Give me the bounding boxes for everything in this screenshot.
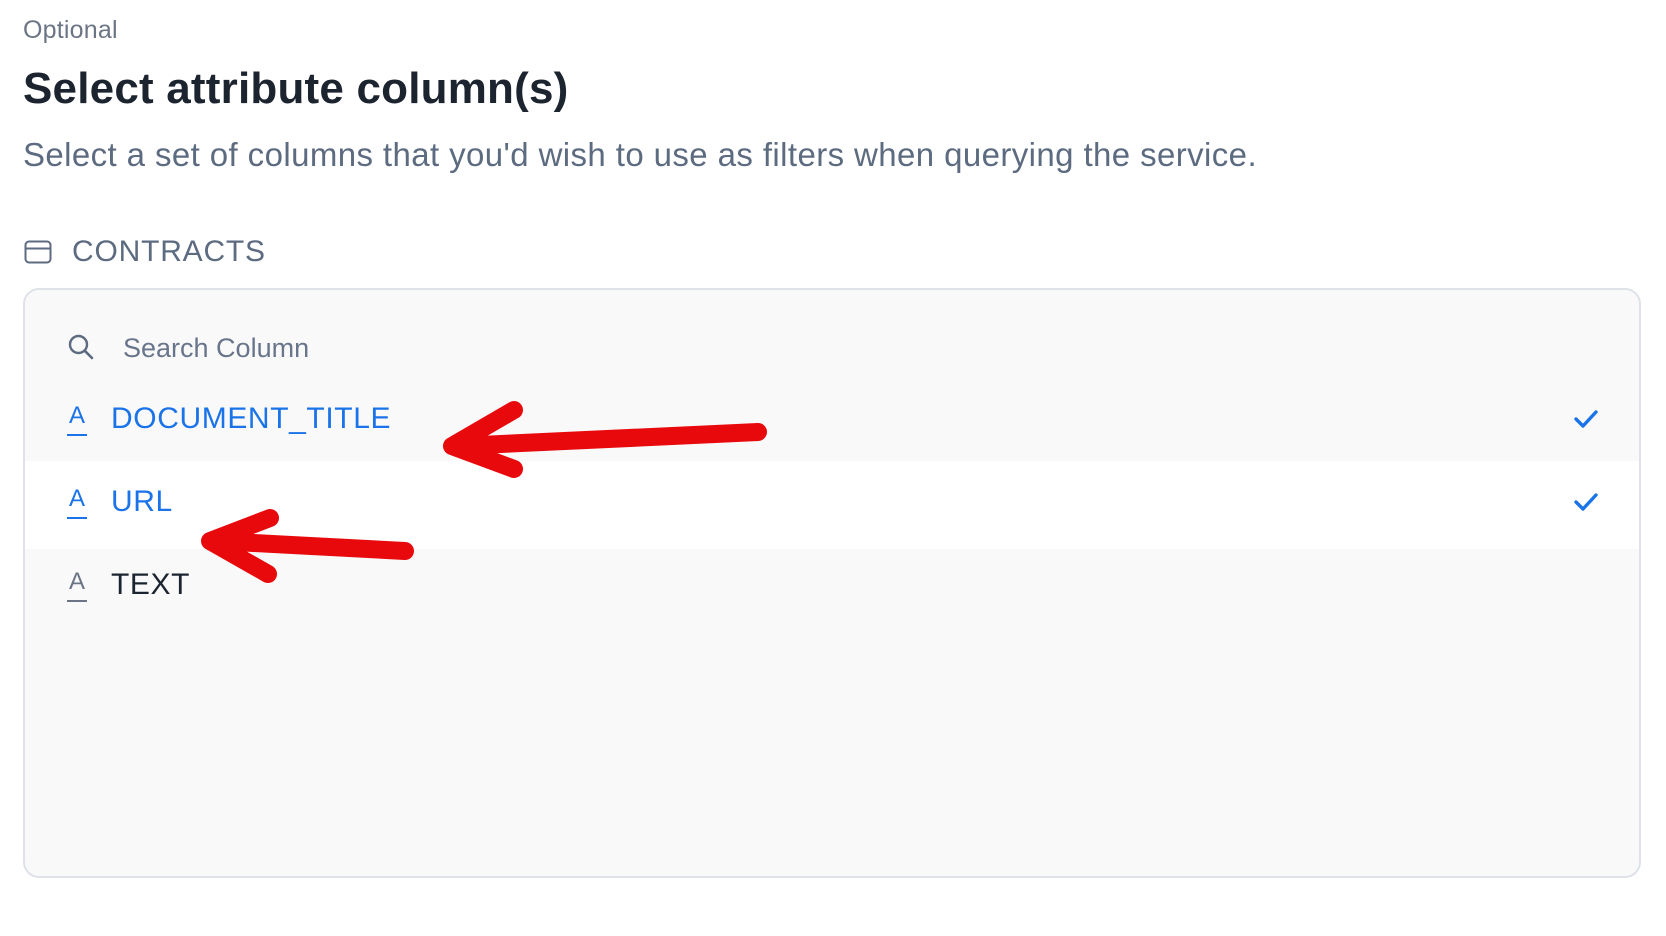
- column-option-text[interactable]: A TEXT: [25, 544, 1639, 632]
- check-icon: [1573, 408, 1599, 430]
- column-option-url[interactable]: A URL: [25, 461, 1639, 549]
- column-picker-panel: A DOCUMENT_TITLE A URL A TEXT: [23, 288, 1641, 878]
- text-type-icon: A: [67, 402, 87, 436]
- search-column-input[interactable]: [115, 320, 1015, 376]
- page-subtitle: Select a set of columns that you'd wish …: [23, 136, 1258, 173]
- check-icon: [1573, 491, 1599, 513]
- column-option-document-title[interactable]: A DOCUMENT_TITLE: [25, 378, 1639, 466]
- column-name: DOCUMENT_TITLE: [111, 402, 392, 435]
- column-name: TEXT: [111, 568, 191, 601]
- text-type-icon: A: [67, 568, 87, 602]
- column-name: URL: [111, 485, 173, 518]
- optional-label: Optional: [23, 16, 118, 44]
- text-type-icon: A: [67, 485, 87, 519]
- attribute-column-step: Optional Select attribute column(s) Sele…: [0, 0, 1666, 936]
- table-header: CONTRACTS: [24, 232, 266, 272]
- page-title: Select attribute column(s): [23, 64, 569, 113]
- search-icon: [67, 333, 95, 361]
- table-name: CONTRACTS: [72, 235, 266, 268]
- table-icon: [24, 240, 52, 264]
